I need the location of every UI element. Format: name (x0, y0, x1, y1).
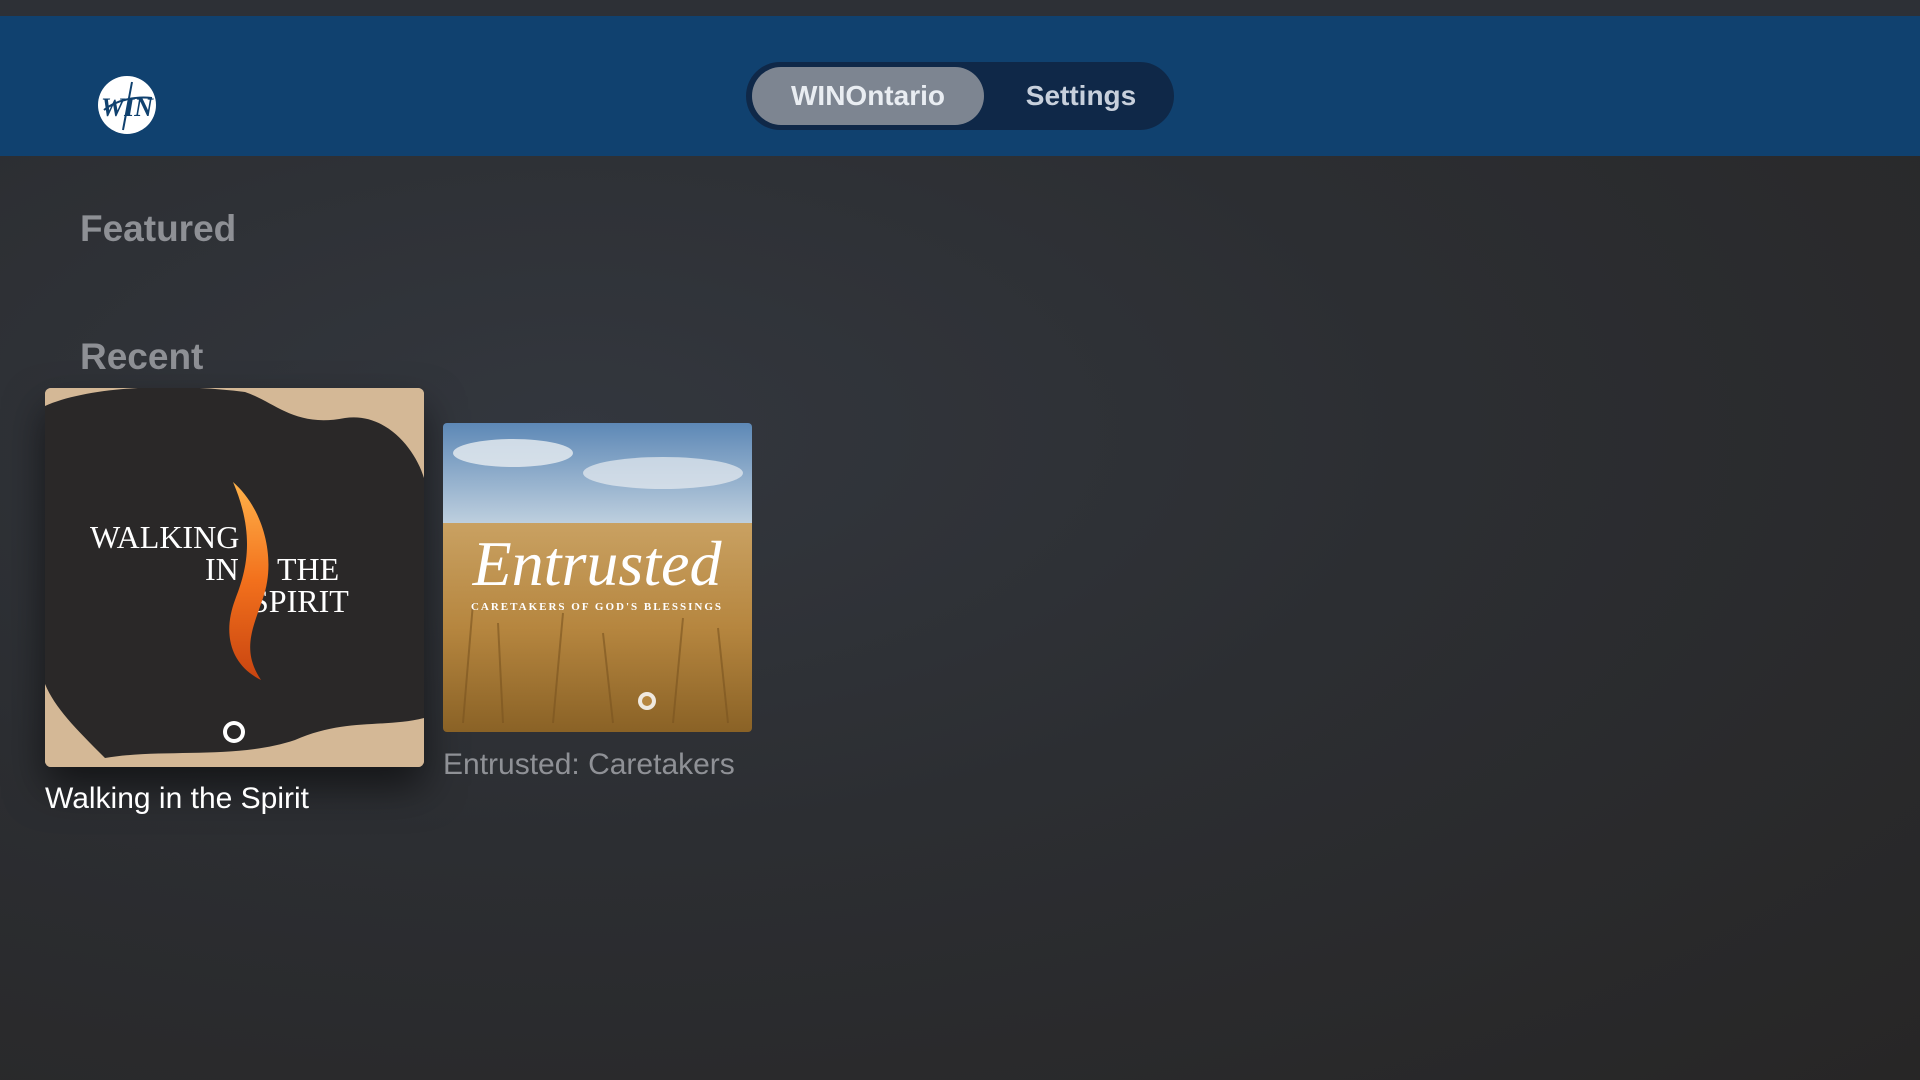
artwork-subtitle: CARETAKERS OF GOD'S BLESSINGS (471, 601, 723, 613)
featured-section-title: Featured (80, 208, 237, 249)
tab-settings[interactable]: Settings (996, 67, 1166, 125)
artwork-title: Entrusted (472, 528, 723, 599)
recent-item-walking-in-the-spirit[interactable]: WALKING IN THE SPIRIT (45, 388, 424, 767)
recent-section-title: Recent (80, 336, 204, 377)
top-nav-bar: WIN WINOntario Settings (0, 16, 1920, 156)
artwork-word-in: IN (205, 551, 239, 587)
recent-item-title: Walking in the Spirit (45, 782, 309, 815)
top-edge (0, 0, 1920, 16)
recent-item-title: Entrusted: Caretakers (443, 748, 735, 781)
artwork-word-the: THE (277, 551, 339, 587)
recent-item-entrusted[interactable]: Entrusted CARETAKERS OF GOD'S BLESSINGS (443, 423, 752, 732)
tab-winontario[interactable]: WINOntario (752, 67, 984, 125)
artwork-word-walking: WALKING (90, 519, 239, 555)
walking-in-the-spirit-artwork: WALKING IN THE SPIRIT (45, 388, 424, 767)
win-logo-icon: WIN (96, 74, 158, 136)
entrusted-artwork: Entrusted CARETAKERS OF GOD'S BLESSINGS (443, 423, 752, 732)
tab-bar: WINOntario Settings (746, 62, 1174, 130)
